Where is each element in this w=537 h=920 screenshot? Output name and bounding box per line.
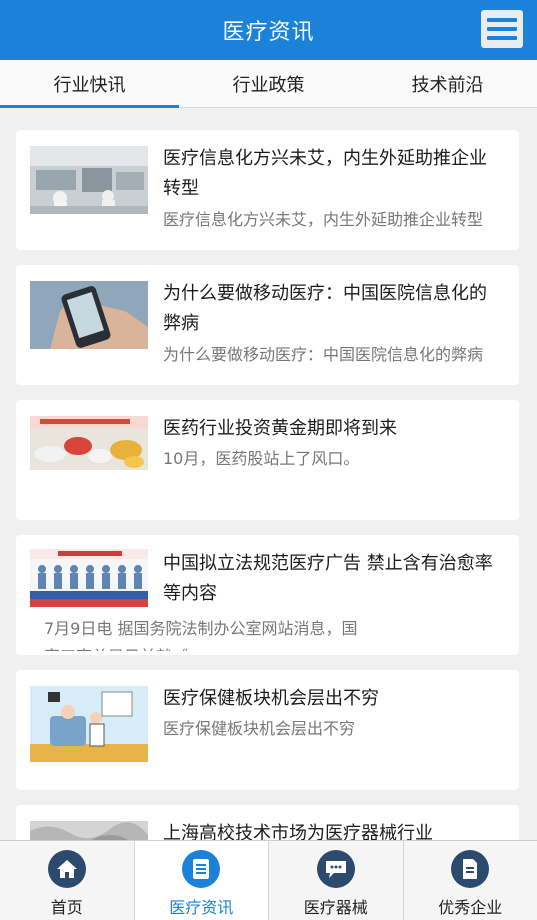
- article-summary: 7月9日电 据国务院法制办公室网站消息，国家工商总局日前就《: [44, 619, 358, 651]
- article-summary: 10月，医药股站上了风口。: [163, 449, 360, 468]
- nav-top-companies[interactable]: 优秀企业: [404, 841, 537, 920]
- nav-label: 优秀企业: [438, 898, 503, 917]
- article-card[interactable]: 医药行业投资黄金期即将到来 10月，医药股站上了风口。: [16, 400, 519, 520]
- nav-home[interactable]: 首页: [0, 841, 135, 920]
- nav-label: 首页: [50, 898, 83, 917]
- home-icon: [47, 850, 86, 888]
- bottom-navigation: 首页 医疗资讯 医疗器械 优秀企业: [0, 840, 537, 920]
- article-thumbnail: [30, 281, 148, 349]
- article-list: 医疗信息化方兴未艾，内生外延助推企业转型 医疗信息化方兴未艾，内生外延助推企业转…: [16, 130, 519, 920]
- tab-industry-news[interactable]: 行业快讯: [0, 60, 179, 108]
- nav-label: 医疗器械: [303, 898, 368, 917]
- article-thumbnail: [30, 686, 148, 762]
- nav-medical-devices[interactable]: 医疗器械: [269, 841, 404, 920]
- document-icon: [451, 850, 490, 888]
- article-card[interactable]: 医疗保健板块机会层出不穷 医疗保健板块机会层出不穷: [16, 670, 519, 790]
- article-thumbnail: [30, 416, 148, 470]
- menu-button[interactable]: [481, 10, 523, 48]
- tab-industry-policy[interactable]: 行业政策: [179, 60, 358, 107]
- chat-icon: [316, 850, 355, 888]
- menu-icon: [487, 18, 517, 22]
- article-card[interactable]: 中国拟立法规范医疗广告 禁止含有治愈率等内容 7月9日电 据国务院法制办公室网站…: [16, 535, 519, 655]
- article-card[interactable]: 为什么要做移动医疗：中国医院信息化的弊病 为什么要做移动医疗：中国医院信息化的弊…: [16, 265, 519, 385]
- category-tabs: 行业快讯 行业政策 技术前沿: [0, 60, 537, 108]
- app-header: 医疗资讯: [0, 0, 537, 60]
- page-title: 医疗资讯: [222, 20, 315, 45]
- article-thumbnail: [30, 146, 148, 214]
- article-thumbnail: [30, 549, 148, 607]
- article-card[interactable]: 医疗信息化方兴未艾，内生外延助推企业转型 医疗信息化方兴未艾，内生外延助推企业转…: [16, 130, 519, 250]
- tab-tech-frontier[interactable]: 技术前沿: [358, 60, 537, 107]
- article-summary: 为什么要做移动医疗：中国医院信息化的弊病: [163, 345, 483, 364]
- article-summary: 医疗信息化方兴未艾，内生外延助推企业转型: [163, 210, 483, 229]
- nav-medical-news[interactable]: 医疗资讯: [134, 841, 269, 920]
- news-icon: [182, 850, 221, 888]
- nav-label: 医疗资讯: [169, 898, 234, 917]
- article-title: 中国拟立法规范医疗广告 禁止含有治愈率等内容: [163, 553, 493, 604]
- article-title: 医药行业投资黄金期即将到来: [163, 418, 397, 439]
- article-summary: 医疗保健板块机会层出不穷: [163, 719, 356, 738]
- article-title: 医疗信息化方兴未艾，内生外延助推企业转型: [163, 148, 487, 199]
- article-title: 为什么要做移动医疗：中国医院信息化的弊病: [163, 283, 487, 334]
- article-title: 医疗保健板块机会层出不穷: [163, 688, 379, 709]
